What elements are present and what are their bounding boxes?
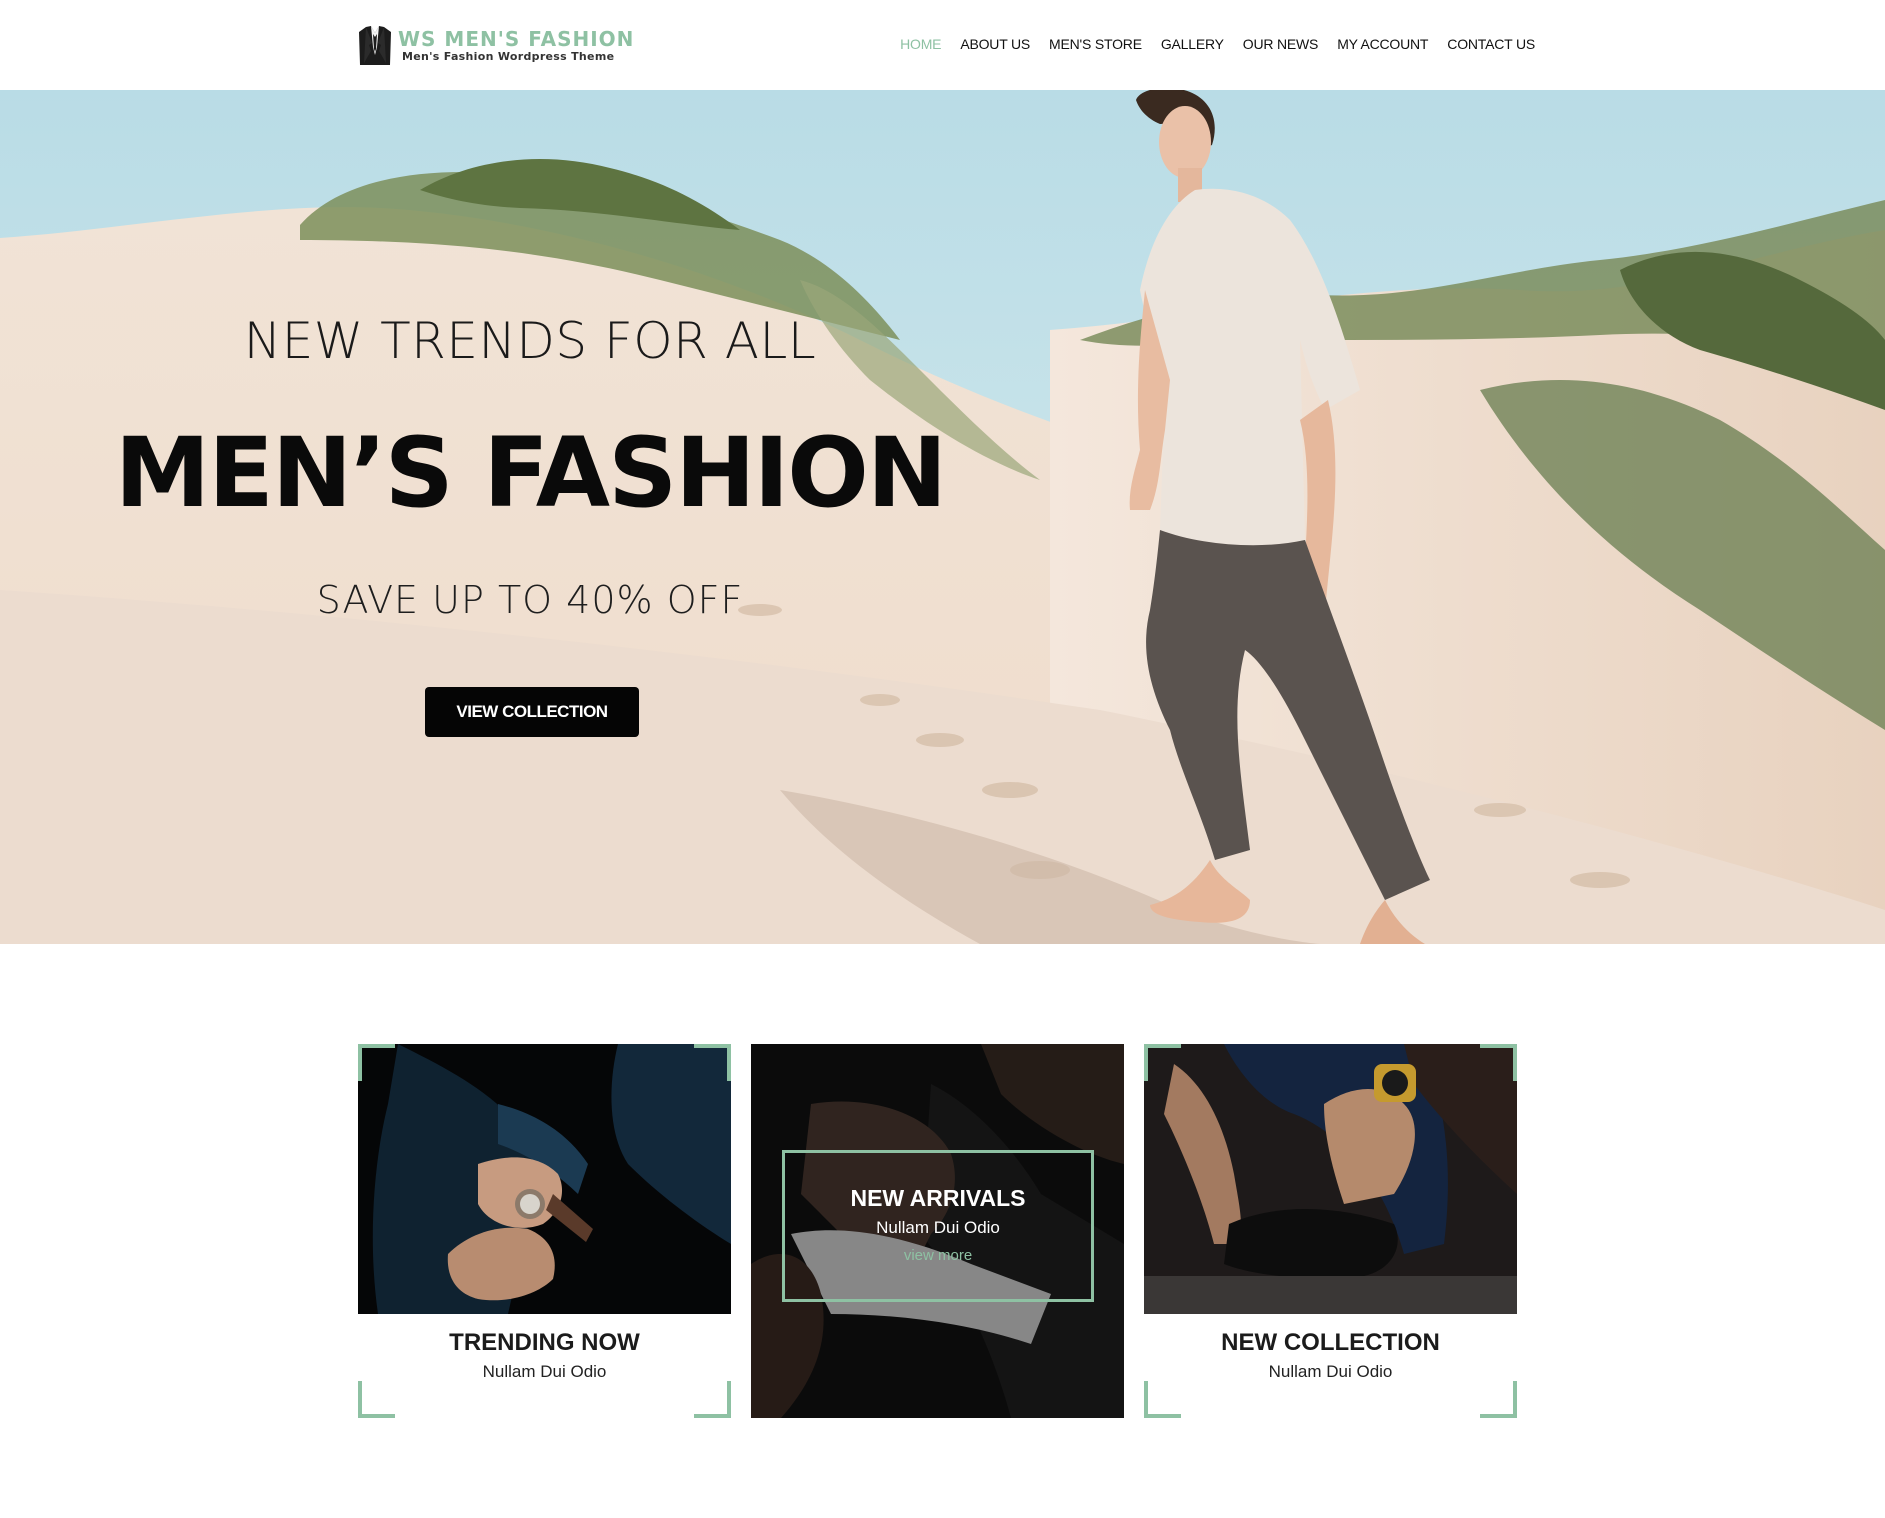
corner-accent <box>358 1381 395 1418</box>
corner-accent <box>694 1381 731 1418</box>
card-image-shoes <box>1144 1044 1517 1314</box>
corner-accent <box>358 1044 395 1081</box>
card-title: NEW ARRIVALS <box>850 1185 1026 1211</box>
hero-title: MEN’S FASHION <box>114 417 948 529</box>
card-overlay: NEW ARRIVALS Nullam Dui Odio view more <box>782 1150 1094 1302</box>
card-subtitle: Nullam Dui Odio <box>482 1362 607 1381</box>
card-image-watch-suit <box>358 1044 731 1314</box>
hero-offer: SAVE UP TO 40% OFF <box>316 578 744 622</box>
nav-mens-store[interactable]: MEN'S STORE <box>1049 36 1142 52</box>
view-collection-button[interactable]: VIEW COLLECTION <box>425 687 639 737</box>
nav-my-account[interactable]: MY ACCOUNT <box>1337 36 1428 52</box>
card-title: TRENDING NOW <box>449 1329 640 1356</box>
logo-title: WS MEN'S FASHION <box>398 27 635 51</box>
nav-about-us[interactable]: ABOUT US <box>960 36 1030 52</box>
nav-contact-us[interactable]: CONTACT US <box>1447 36 1535 52</box>
nav-gallery[interactable]: GALLERY <box>1161 36 1224 52</box>
hero-banner: NEW TRENDS FOR ALL MEN’S FASHION SAVE UP… <box>0 90 1885 944</box>
corner-accent <box>1480 1044 1517 1081</box>
card-trending-now[interactable]: TRENDING NOW Nullam Dui Odio <box>358 1044 731 1418</box>
main-nav: HOME ABOUT US MEN'S STORE GALLERY OUR NE… <box>881 36 1535 52</box>
site-header: WS MEN'S FASHION Men's Fashion Wordpress… <box>0 0 1885 90</box>
corner-accent <box>1480 1381 1517 1418</box>
corner-accent <box>1144 1381 1181 1418</box>
card-subtitle: Nullam Dui Odio <box>876 1218 1000 1237</box>
logo-tagline: Men's Fashion Wordpress Theme <box>402 50 615 63</box>
nav-home[interactable]: HOME <box>900 36 941 52</box>
feature-cards: TRENDING NOW Nullam Dui Odio NEW ARRIVAL… <box>358 1044 1517 1418</box>
card-new-collection[interactable]: NEW COLLECTION Nullam Dui Odio <box>1144 1044 1517 1418</box>
view-more-link[interactable]: view more <box>904 1247 972 1264</box>
corner-accent <box>1144 1044 1181 1081</box>
card-title: NEW COLLECTION <box>1221 1329 1440 1356</box>
jacket-icon <box>359 26 391 65</box>
card-new-arrivals[interactable]: NEW ARRIVALS Nullam Dui Odio view more <box>751 1044 1124 1418</box>
site-logo[interactable]: WS MEN'S FASHION Men's Fashion Wordpress… <box>358 24 634 68</box>
nav-our-news[interactable]: OUR NEWS <box>1243 36 1319 52</box>
card-subtitle: Nullam Dui Odio <box>1268 1362 1393 1381</box>
corner-accent <box>694 1044 731 1081</box>
hero-eyebrow: NEW TRENDS FOR ALL <box>243 312 817 370</box>
